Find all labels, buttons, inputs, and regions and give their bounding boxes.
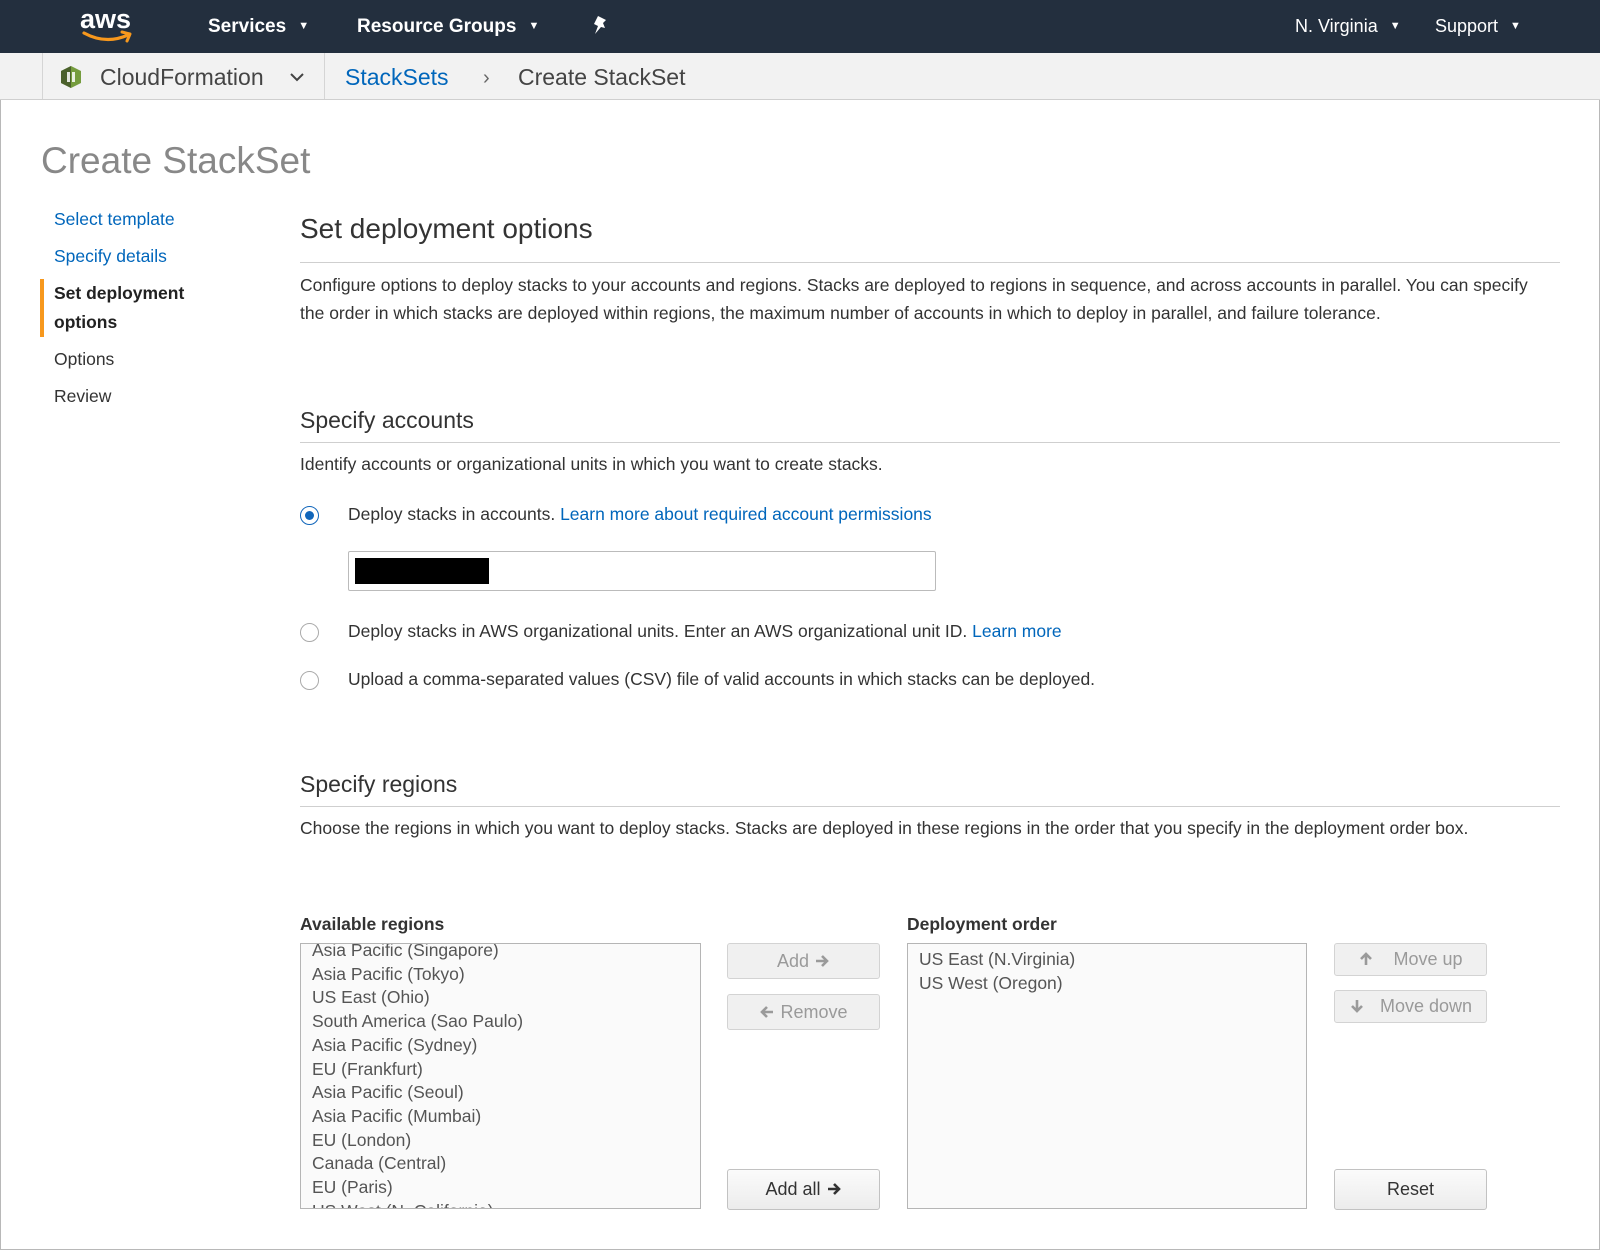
wizard-steps: Select template Specify details Set depl… [40,205,270,419]
arrow-left-icon [760,1006,774,1018]
chevron-down-icon: ▼ [1510,20,1521,32]
aws-smile-icon [82,30,132,43]
divider [42,53,43,99]
list-item[interactable]: South America (Sao Paulo) [301,1010,700,1034]
services-menu[interactable]: Services ▼ [208,16,309,38]
arrow-right-icon [827,1183,841,1195]
aws-logo[interactable]: aws [80,4,142,46]
add-all-button[interactable]: Add all [727,1169,880,1210]
list-item[interactable]: Asia Pacific (Tokyo) [301,963,700,987]
list-item[interactable]: Asia Pacific (Seoul) [301,1081,700,1105]
move-down-button-label: Move down [1379,996,1473,1016]
deployment-order-options: US East (N.Virginia) US West (Oregon) [908,948,1306,995]
account-permissions-link[interactable]: Learn more about required account permis… [560,504,932,524]
radio-upload-csv-label: Upload a comma-separated values (CSV) fi… [348,669,1096,689]
divider [300,442,1560,443]
list-item[interactable]: US West (N. California) [301,1200,700,1208]
list-item[interactable]: Asia Pacific (Singapore) [301,944,700,963]
regions-title: Specify regions [300,771,458,797]
add-all-button-label: Add all [765,1179,821,1199]
page-title: Create StackSet [41,140,311,181]
chevron-right-icon: › [483,67,490,89]
step-review: Review [54,386,112,406]
section-description: Configure options to deploy stacks to yo… [300,275,1528,323]
resource-groups-label: Resource Groups [357,16,517,37]
regions-description: Choose the regions in which you want to … [300,818,1469,838]
step-options: Options [54,349,115,369]
chevron-down-icon: ▼ [1389,20,1401,32]
cloudformation-icon [61,66,81,88]
step-set-deployment-options: Set deployment options [40,279,214,337]
reset-button-label: Reset [1386,1179,1435,1199]
chevron-down-icon: ▼ [298,20,310,32]
account-numbers-input[interactable] [348,551,936,591]
available-regions-options: Asia Pacific (Singapore) Asia Pacific (T… [301,944,700,1208]
move-up-button-label: Move up [1393,949,1463,969]
accounts-title: Specify accounts [300,407,474,433]
arrow-right-icon [816,955,829,967]
chevron-down-icon: ▼ [528,20,540,32]
list-item[interactable]: EU (London) [301,1129,700,1153]
reset-button[interactable]: Reset [1334,1169,1487,1210]
chevron-down-icon[interactable] [290,73,304,82]
radio-upload-csv[interactable] [300,671,319,690]
support-menu[interactable]: Support ▼ [1435,16,1521,37]
list-item[interactable]: EU (Paris) [301,1176,700,1200]
step-specify-details[interactable]: Specify details [40,242,270,271]
list-item[interactable]: EU (Frankfurt) [301,1058,700,1082]
arrow-up-icon [1360,952,1373,965]
radio-deploy-accounts[interactable] [300,506,319,525]
radio-deploy-ou-label: Deploy stacks in AWS organizational unit… [348,621,1062,641]
step-select-template[interactable]: Select template [40,205,270,234]
region-label: N. Virginia [1295,16,1378,36]
breadcrumb: CloudFormation StackSets › Create StackS… [0,53,1600,100]
move-down-button[interactable]: Move down [1334,990,1487,1023]
arrow-down-icon [1351,1000,1363,1013]
radio-deploy-accounts-label: Deploy stacks in accounts. Learn more ab… [348,504,932,524]
services-label: Services [208,16,287,37]
list-item[interactable]: Asia Pacific (Sydney) [301,1034,700,1058]
list-item[interactable]: US East (N.Virginia) [908,948,1306,972]
deployment-order-label: Deployment order [907,914,1057,934]
remove-button-label: Remove [780,1002,848,1022]
resource-groups-menu[interactable]: Resource Groups ▼ [357,16,539,38]
available-regions-label: Available regions [300,914,445,934]
service-menu-label[interactable]: CloudFormation [100,64,264,91]
divider [324,53,325,99]
accounts-description: Identify accounts or organizational unit… [300,454,883,474]
section-title: Set deployment options [300,213,593,244]
add-button-label: Add [776,951,809,971]
pin-icon[interactable] [590,14,612,38]
add-button[interactable]: Add [727,943,880,979]
ou-learn-more-link[interactable]: Learn more [972,621,1062,641]
divider [300,262,1560,263]
divider [300,806,1560,807]
top-nav: aws Services ▼ Resource Groups ▼ N. Virgin… [0,0,1600,53]
region-menu[interactable]: N. Virginia ▼ [1295,16,1401,37]
redacted-value [355,558,489,584]
list-item[interactable]: US East (Ohio) [301,986,700,1010]
list-item[interactable]: Asia Pacific (Mumbai) [301,1105,700,1129]
breadcrumb-stacksets-link[interactable]: StackSets [345,64,449,91]
support-label: Support [1435,16,1499,36]
remove-button[interactable]: Remove [727,994,880,1030]
move-up-button[interactable]: Move up [1334,943,1487,976]
list-item[interactable]: US West (Oregon) [908,972,1306,996]
breadcrumb-current: Create StackSet [518,64,686,90]
available-regions-list[interactable]: Asia Pacific (Singapore) Asia Pacific (T… [300,943,701,1209]
list-item[interactable]: Canada (Central) [301,1152,700,1176]
deployment-order-list[interactable]: US East (N.Virginia) US West (Oregon) [907,943,1307,1209]
radio-deploy-ou[interactable] [300,623,319,642]
